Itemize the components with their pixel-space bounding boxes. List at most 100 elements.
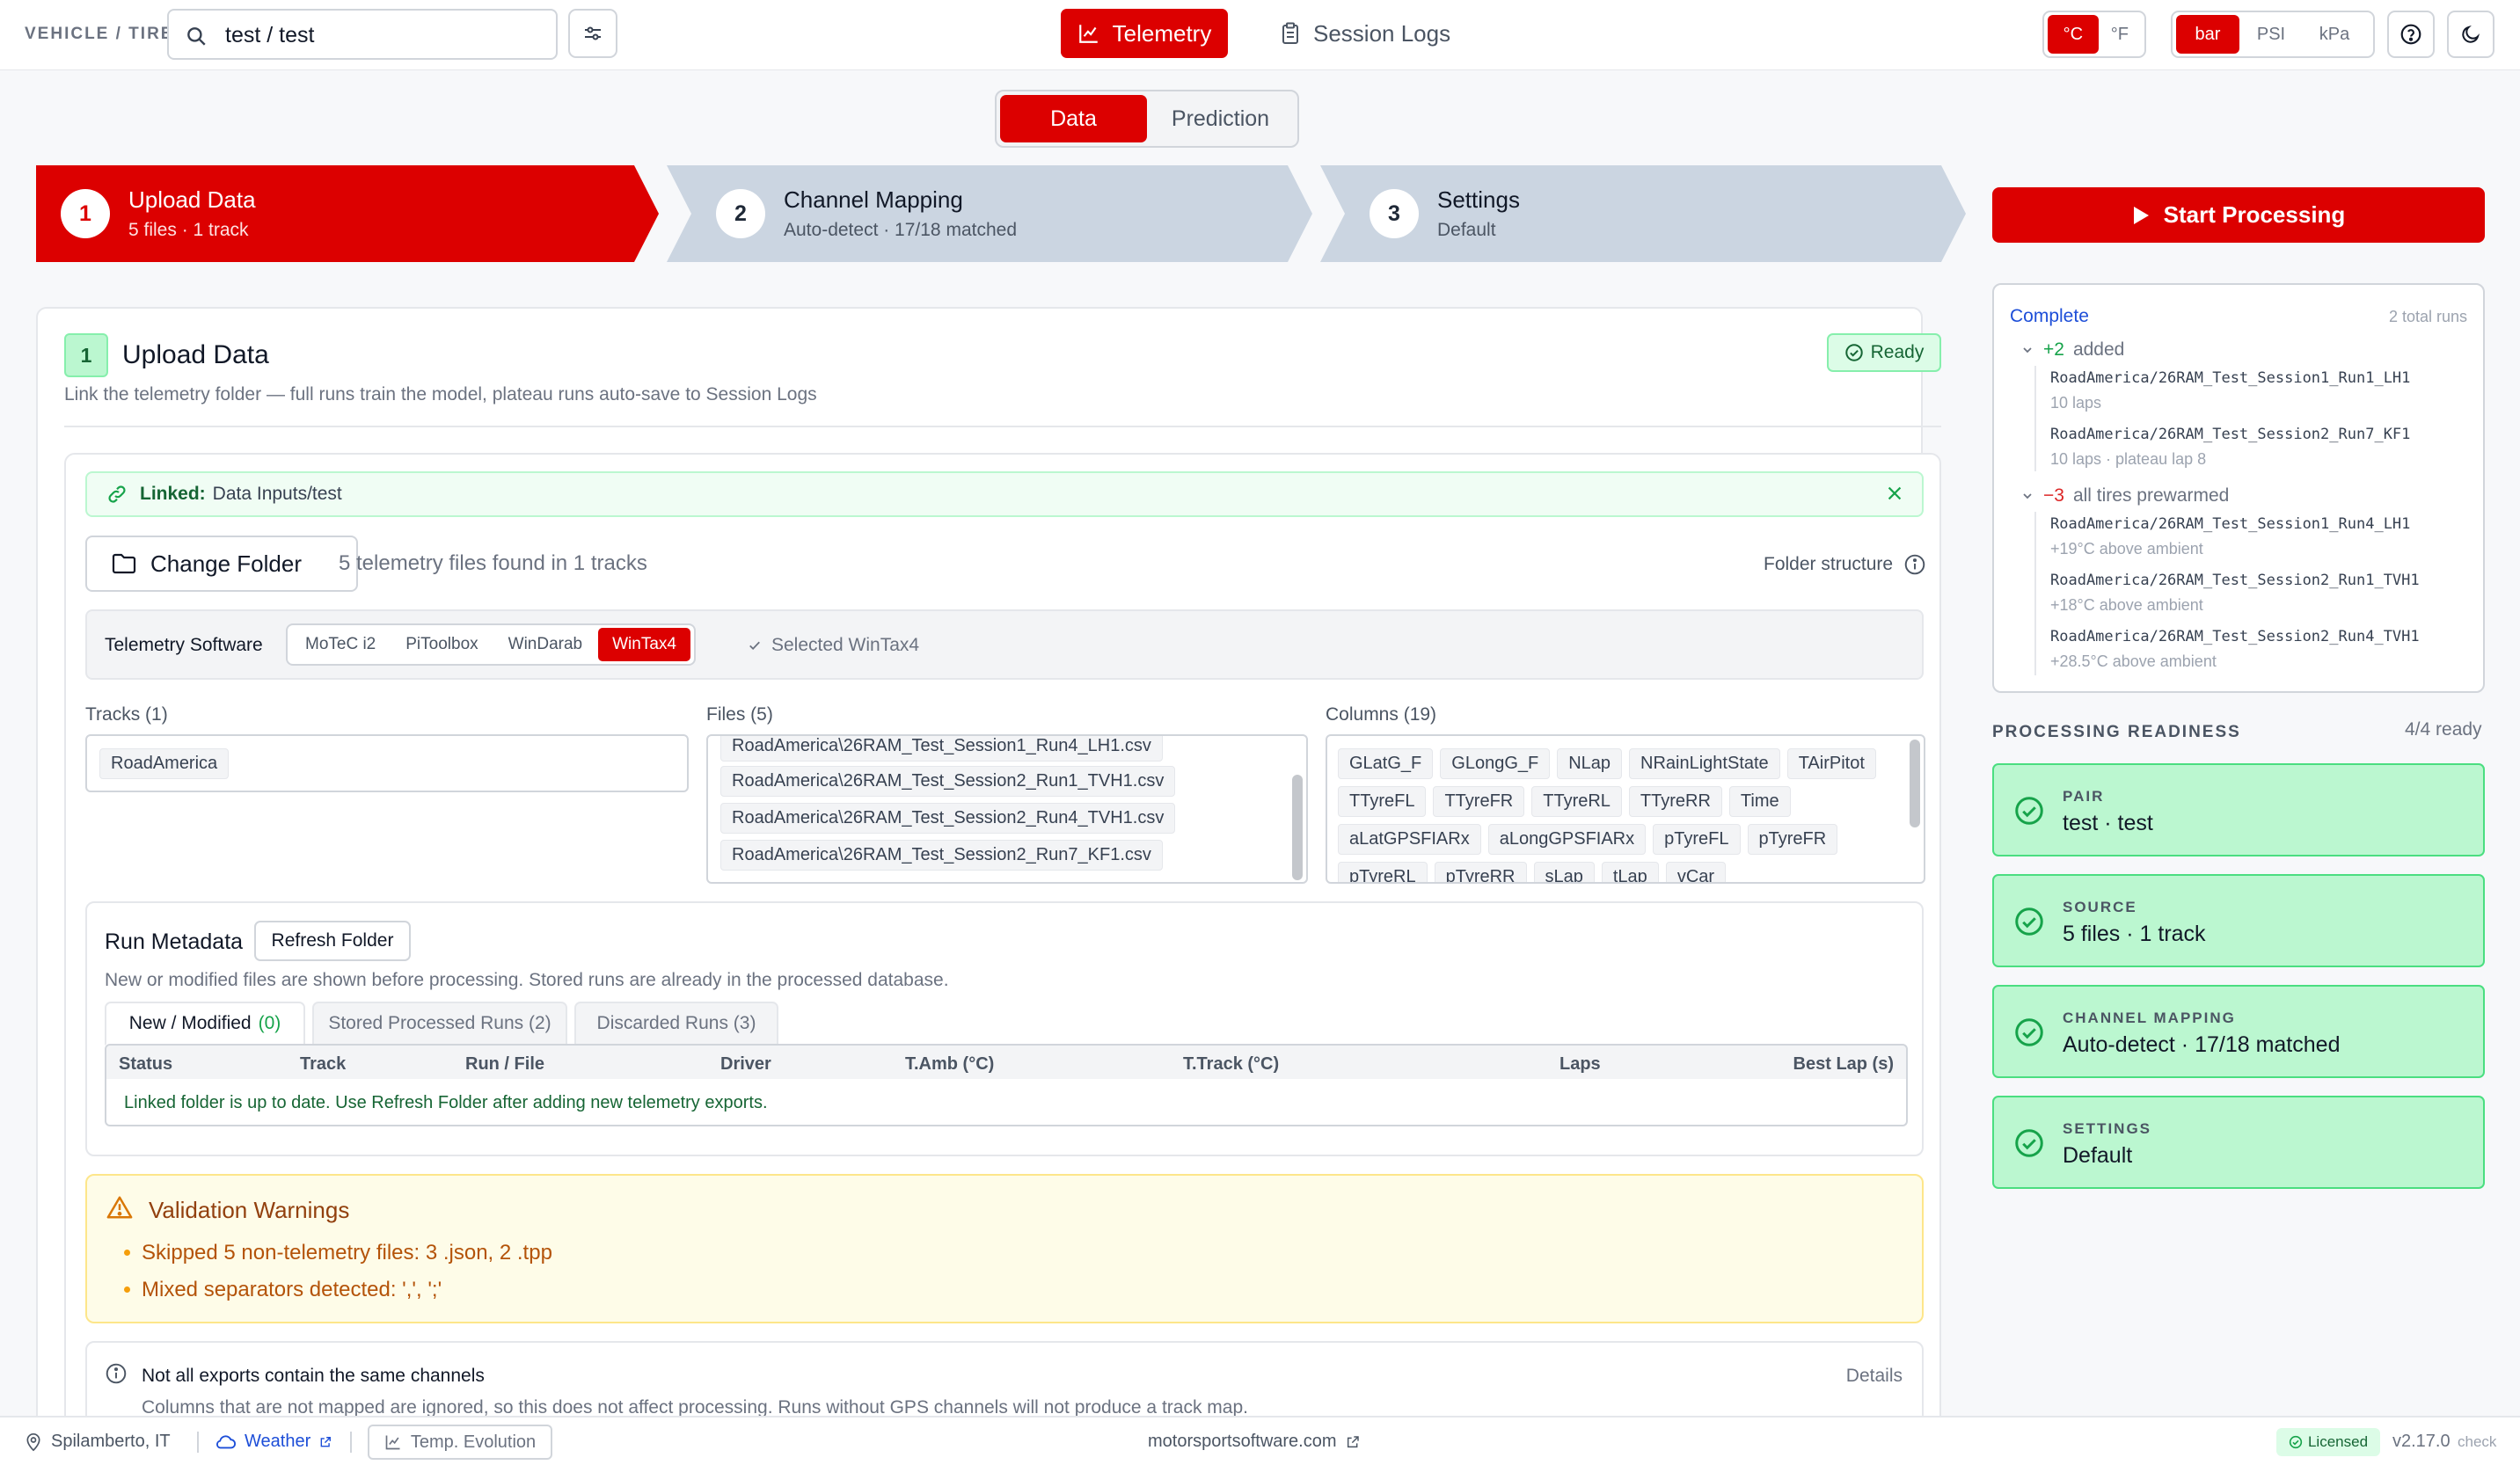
column-tags: GLatG_F GLongG_F NLap NRainLightState TA… xyxy=(1338,748,1918,882)
vehicle-search[interactable] xyxy=(167,9,558,60)
section-subtitle: Link the telemetry folder — full runs tr… xyxy=(64,384,817,405)
section-number-badge: 1 xyxy=(64,333,108,377)
session-logs-button[interactable]: Session Logs xyxy=(1280,9,1450,58)
unit-fahrenheit[interactable]: °F xyxy=(2099,15,2141,54)
column-tag: TAirPitot xyxy=(1786,748,1876,779)
software-motec[interactable]: MoTeC i2 xyxy=(291,628,390,661)
divider xyxy=(350,1432,352,1453)
run-note: +28.5°C above ambient xyxy=(2050,652,2217,670)
warnings-list: Skipped 5 non-telemetry files: 3 .json, … xyxy=(124,1241,552,1315)
search-input[interactable] xyxy=(225,21,542,49)
track-tag[interactable]: RoadAmerica xyxy=(99,748,230,779)
link-icon xyxy=(106,484,128,505)
readiness-key: SOURCE xyxy=(2063,899,2137,915)
columns-scrollbar[interactable] xyxy=(1910,740,1920,827)
added-count: +2 xyxy=(2043,339,2064,360)
column-tag: GLongG_F xyxy=(1440,748,1551,779)
col-driver: Driver xyxy=(720,1054,771,1074)
temp-evolution-button[interactable]: Temp. Evolution xyxy=(368,1425,552,1460)
column-tag: pTyreFL xyxy=(1653,824,1741,855)
linked-path: Data Inputs/test xyxy=(212,484,342,504)
footer: Spilamberto, IT Weather Temp. Evolution … xyxy=(0,1416,2520,1465)
weather-link[interactable]: Weather xyxy=(215,1432,332,1452)
folder-structure-label: Folder structure xyxy=(1764,554,1894,574)
runs-table-header: Status Track Run / File Driver T.Amb (°C… xyxy=(105,1044,1908,1081)
run-note: +18°C above ambient xyxy=(2050,596,2203,614)
refresh-folder-button[interactable]: Refresh Folder xyxy=(254,921,411,961)
run-note: 10 laps xyxy=(2050,394,2102,412)
start-processing-button[interactable]: Start Processing xyxy=(1992,187,2485,243)
play-icon xyxy=(2132,206,2150,225)
change-folder-button[interactable]: Change Folder xyxy=(85,536,358,592)
processing-readiness-count: 4/4 ready xyxy=(2405,719,2482,740)
tab-new-modified[interactable]: New / Modified (0) xyxy=(105,1002,305,1046)
sliders-icon xyxy=(582,23,603,44)
check-update-link[interactable]: check xyxy=(2458,1433,2496,1451)
moon-icon xyxy=(2460,24,2481,45)
files-label: Files (5) xyxy=(706,704,773,725)
check-circle-icon xyxy=(2013,1127,2045,1159)
run-metadata-subtitle: New or modified files are shown before p… xyxy=(105,970,949,990)
validation-warnings: Validation Warnings Skipped 5 non-teleme… xyxy=(85,1174,1924,1323)
cloud-icon xyxy=(215,1434,236,1450)
location: Spilamberto, IT xyxy=(25,1432,171,1452)
map-pin-icon xyxy=(25,1432,42,1452)
folder-structure-link[interactable]: Folder structure xyxy=(1764,553,1926,576)
unit-celsius[interactable]: °C xyxy=(2048,15,2099,54)
warning-item: Mixed separators detected: ',', ';' xyxy=(124,1278,552,1302)
tab-prediction[interactable]: Prediction xyxy=(1147,95,1294,142)
close-icon[interactable] xyxy=(1885,484,1904,503)
telemetry-software-selector: MoTeC i2 PiToolbox WinDarab WinTax4 xyxy=(286,623,696,666)
col-track: Track xyxy=(300,1054,347,1074)
tab-data[interactable]: Data xyxy=(1000,95,1147,142)
prewarmed-group-toggle[interactable]: −3 all tires prewarmed xyxy=(2020,485,2229,507)
column-tag: Time xyxy=(1728,786,1791,817)
step-title: Channel Mapping xyxy=(784,186,963,213)
step-upload-data[interactable]: 1 Upload Data 5 files · 1 track xyxy=(36,165,659,262)
files-scrollbar[interactable] xyxy=(1292,775,1303,880)
files-list[interactable]: RoadAmerica\26RAM_Test_Session1_Run4_LH1… xyxy=(706,734,1308,884)
runs-status: Complete xyxy=(2010,306,2089,326)
step-settings[interactable]: 3 Settings Default xyxy=(1320,165,1966,262)
software-wintax4[interactable]: WinTax4 xyxy=(598,628,690,661)
readiness-key: PAIR xyxy=(2063,788,2105,805)
upload-data-card: 1 Upload Data Link the telemetry folder … xyxy=(36,307,1941,1465)
selected-software: Selected WinTax4 xyxy=(747,635,919,656)
readiness-value: Auto-detect · 17/18 matched xyxy=(2063,1032,2341,1057)
col-best-lap: Best Lap (s) xyxy=(1793,1054,1894,1074)
software-windarab[interactable]: WinDarab xyxy=(494,628,596,661)
unit-psi[interactable]: PSI xyxy=(2239,15,2303,54)
folder-panel: Linked: Data Inputs/test Change Folder 5… xyxy=(64,453,1941,1465)
step-channel-mapping[interactable]: 2 Channel Mapping Auto-detect · 17/18 ma… xyxy=(667,165,1312,262)
column-tag: GLatG_F xyxy=(1338,748,1434,779)
telemetry-button[interactable]: Telemetry xyxy=(1061,9,1228,58)
file-tag: RoadAmerica\26RAM_Test_Session2_Run1_TVH… xyxy=(720,766,1176,797)
linked-label: Linked: xyxy=(140,484,206,504)
theme-toggle-button[interactable] xyxy=(2447,11,2494,58)
tree-line xyxy=(2034,512,2036,675)
added-label: added xyxy=(2072,339,2125,360)
columns-list[interactable]: GLatG_F GLongG_F NLap NRainLightState TA… xyxy=(1326,734,1925,884)
unit-bar[interactable]: bar xyxy=(2176,15,2239,54)
step-number: 1 xyxy=(61,189,110,238)
help-circle-icon xyxy=(2399,23,2422,46)
vehicle-tire-label: VEHICLE / TIRE xyxy=(25,25,174,43)
unit-kpa[interactable]: kPa xyxy=(2303,15,2366,54)
column-tag: TTyreFL xyxy=(1338,786,1427,817)
tab-stored-runs[interactable]: Stored Processed Runs (2) xyxy=(312,1002,567,1046)
column-tag: sLap xyxy=(1533,862,1595,882)
software-pitoolbox[interactable]: PiToolbox xyxy=(391,628,492,661)
filter-button[interactable] xyxy=(568,9,617,58)
details-link[interactable]: Details xyxy=(1846,1366,1903,1387)
help-button[interactable] xyxy=(2387,11,2435,58)
run-path: RoadAmerica/26RAM_Test_Session1_Run1_LH1 xyxy=(2050,369,2411,387)
readiness-value: Default xyxy=(2063,1143,2133,1168)
tab-discarded-runs[interactable]: Discarded Runs (3) xyxy=(574,1002,778,1046)
website-link[interactable]: motorsportsoftware.com xyxy=(1148,1432,1360,1452)
added-group-toggle[interactable]: +2 added xyxy=(2020,339,2124,361)
check-circle-icon xyxy=(2013,906,2045,937)
check-circle-icon xyxy=(1844,343,1864,362)
readiness-value: test · test xyxy=(2063,811,2153,835)
file-tag: RoadAmerica\26RAM_Test_Session1_Run4_LH1… xyxy=(720,736,1163,762)
chevron-down-icon xyxy=(2020,489,2034,503)
